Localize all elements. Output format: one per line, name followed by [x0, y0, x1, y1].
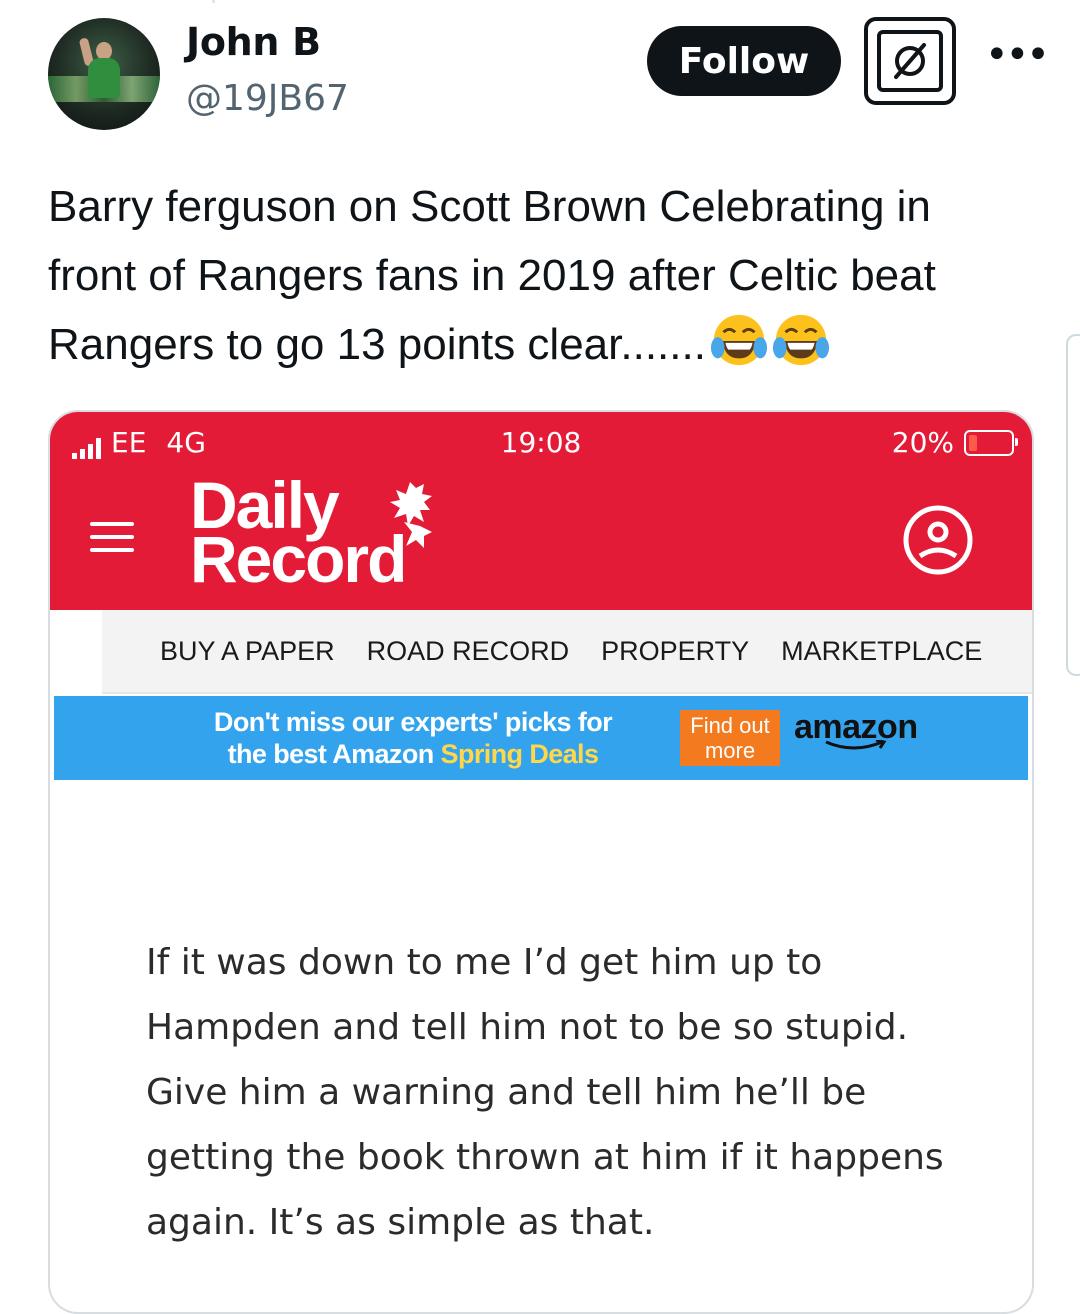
- follow-button[interactable]: Follow: [647, 26, 841, 96]
- more-options-button[interactable]: •••: [985, 35, 1050, 80]
- site-nav: BUY A PAPER ROAD RECORD PROPERTY MARKETP…: [102, 610, 1032, 694]
- top-divider: [0, 0, 1080, 3]
- promo-text: Don't miss our experts' picks for the be…: [182, 706, 644, 770]
- author-name[interactable]: John B: [186, 20, 321, 64]
- battery-icon: [964, 429, 1018, 456]
- promo-line-2-prefix: the best Amazon: [227, 739, 441, 769]
- logo-line-2: Record: [190, 522, 407, 596]
- scrollbar[interactable]: [1066, 334, 1080, 676]
- nav-road-record[interactable]: ROAD RECORD: [367, 636, 570, 667]
- status-battery: 20%: [891, 426, 1018, 459]
- hamburger-menu-icon[interactable]: [90, 522, 134, 554]
- author-avatar[interactable]: [48, 18, 160, 130]
- attached-image[interactable]: EE 4G 19:08 20% Daily Record BUY A PAPER…: [48, 410, 1034, 1314]
- lion-rampant-icon: [390, 482, 432, 548]
- grok-button[interactable]: [864, 17, 956, 105]
- amazon-logo: amazon: [794, 708, 918, 750]
- grok-icon: [894, 43, 926, 79]
- nav-buy-a-paper[interactable]: BUY A PAPER: [160, 636, 335, 667]
- laughing-tears-emoji-icon: [772, 314, 829, 366]
- amazon-smile-icon: [825, 740, 887, 750]
- laughing-tears-emoji-icon: [710, 314, 767, 366]
- battery-percent: 20%: [891, 426, 954, 459]
- user-account-icon[interactable]: [902, 504, 974, 576]
- author-handle[interactable]: @19JB67: [186, 78, 349, 119]
- find-out-more-button[interactable]: Find out more: [680, 710, 780, 766]
- cta-line-1: Find out: [690, 713, 770, 738]
- promo-line-1: Don't miss our experts' picks for: [213, 707, 613, 737]
- cta-line-2: more: [704, 738, 756, 763]
- nav-marketplace[interactable]: MARKETPLACE: [781, 636, 982, 667]
- daily-record-header: EE 4G 19:08 20% Daily Record: [50, 412, 1032, 610]
- promo-highlight: Spring Deals: [440, 739, 599, 769]
- tweet-text: Barry ferguson on Scott Brown Celebratin…: [48, 172, 1028, 379]
- daily-record-logo[interactable]: Daily Record: [190, 472, 407, 596]
- amazon-promo-banner[interactable]: Don't miss our experts' picks for the be…: [54, 696, 1028, 780]
- promo-line-2: the best Amazon Spring Deals: [182, 738, 644, 770]
- status-time: 19:08: [500, 426, 582, 459]
- article-quote: If it was down to me I’d get him up to H…: [146, 942, 944, 1243]
- nav-property[interactable]: PROPERTY: [601, 636, 749, 667]
- more-dots-icon: •••: [985, 32, 1050, 78]
